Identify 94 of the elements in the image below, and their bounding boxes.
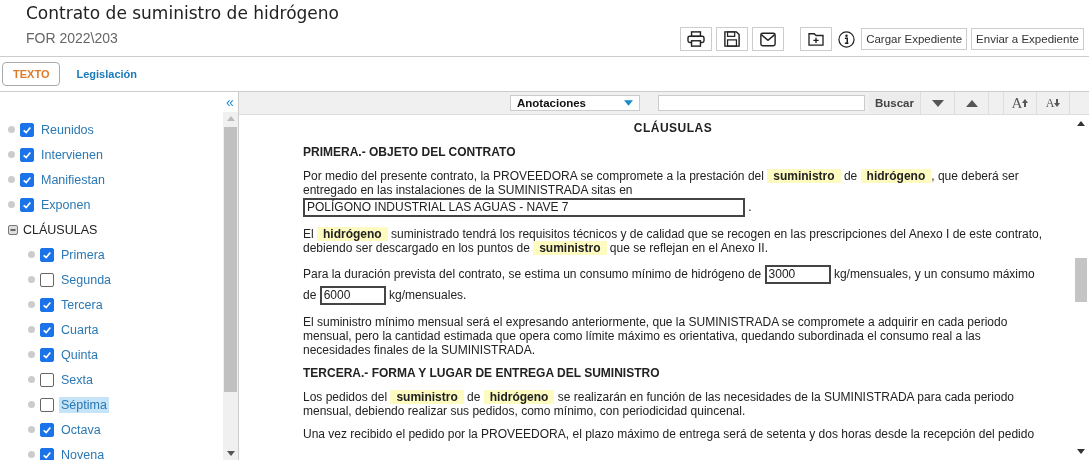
outline-item[interactable]: Octava bbox=[59, 421, 103, 438]
tab[interactable]: TEXTO bbox=[2, 62, 61, 86]
checkbox[interactable] bbox=[40, 372, 54, 387]
outline-item[interactable]: Segunda bbox=[59, 271, 114, 288]
outline-item[interactable]: Reunidos bbox=[39, 121, 96, 138]
scrollbar-track[interactable] bbox=[223, 112, 238, 460]
bullet-icon bbox=[28, 251, 35, 258]
down-arrow-icon bbox=[1054, 99, 1061, 107]
scrollbar-thumb[interactable] bbox=[224, 127, 237, 392]
clause-paragraph: Por medio del presente contrato, la PROVEEDORA se compromete a la prestación del suministro de hidrógeno , que deberá ser entregado en las instalaciones de la SUMINISTRADA sitas en POLÍGONO INDUSTRIAL LAS AGUAS - NAVE 7 . bbox=[303, 169, 1043, 218]
clause-paragraph: El hidrógeno suministrado tendrá los requisitos técnicos y de calidad que se recogen en las prescripciones del Anexo I de este contrato, debiendo ser descargado en los puntos de suministro que se reflejan en el Anexo II. bbox=[303, 227, 1043, 255]
bullet-icon bbox=[28, 426, 35, 433]
input-field[interactable]: 3000 bbox=[764, 265, 831, 284]
outline-item[interactable]: Séptima bbox=[59, 396, 109, 413]
checkbox[interactable] bbox=[40, 322, 54, 337]
collapse-icon[interactable] bbox=[8, 224, 18, 235]
down-triangle-icon bbox=[931, 99, 944, 107]
clause-heading: TERCERA.- FORMA Y LUGAR DE ENTREGA DEL SUMINISTRO bbox=[303, 366, 661, 380]
folder-plus-icon bbox=[808, 32, 825, 46]
outline-item[interactable]: Tercera bbox=[59, 296, 105, 313]
checkmark-icon bbox=[22, 199, 32, 210]
scroll-down-icon[interactable] bbox=[226, 451, 235, 456]
add-folder-button[interactable] bbox=[800, 27, 833, 51]
info-icon[interactable] bbox=[838, 30, 856, 48]
checkbox[interactable] bbox=[40, 247, 54, 262]
bullet-icon bbox=[8, 176, 15, 183]
checkmark-icon bbox=[42, 249, 52, 260]
checkbox[interactable] bbox=[20, 197, 34, 212]
clause-paragraph: El suministro mínimo mensual será el expresando anteriormente, que la SUMINISTRADA se compromete a adquirir en cada periodo mensual, pero la cantidad estimada que opera como límite máximo es orientativa, quedando subordinada el consumo real a las necesidades finales de la SUMINISTRADA. bbox=[303, 315, 1009, 357]
outline-group[interactable]: CLÁUSULAS bbox=[23, 222, 98, 237]
print-button[interactable] bbox=[680, 27, 713, 51]
checkmark-icon bbox=[22, 149, 32, 160]
checkbox[interactable] bbox=[40, 397, 54, 412]
clause-paragraph: Para la duración prevista del contrato, se estima un consumo mínimo de hidrógeno de 3000 kg/mensuales, y un consumo máximo de 6000 kg/mensuales. bbox=[303, 264, 1043, 306]
checkmark-icon bbox=[42, 299, 52, 310]
outline-item[interactable]: Manifiestan bbox=[39, 171, 107, 188]
font-decrease-button[interactable]: A bbox=[1037, 92, 1070, 114]
checkbox[interactable] bbox=[40, 447, 54, 460]
outline-item[interactable]: Novena bbox=[59, 446, 107, 460]
checkbox[interactable] bbox=[40, 272, 54, 287]
checkbox[interactable] bbox=[40, 297, 54, 312]
annotations-dropdown[interactable]: Anotaciones bbox=[510, 95, 640, 111]
scroll-up-icon[interactable] bbox=[1077, 121, 1085, 126]
font-increase-button[interactable]: A bbox=[1004, 92, 1037, 114]
checkmark-icon bbox=[22, 174, 32, 185]
envelope-icon bbox=[760, 31, 777, 47]
checkmark-icon bbox=[22, 124, 32, 135]
mail-button[interactable] bbox=[752, 27, 785, 51]
checkbox[interactable] bbox=[20, 122, 34, 137]
scroll-down-icon[interactable] bbox=[1077, 449, 1085, 454]
outline-item[interactable]: Intervienen bbox=[39, 146, 105, 163]
search-button[interactable]: Buscar bbox=[869, 93, 920, 113]
outline-item[interactable]: Cuarta bbox=[59, 321, 101, 338]
bullet-icon bbox=[28, 401, 35, 408]
bullet-icon bbox=[8, 126, 15, 133]
scrollbar-thumb[interactable] bbox=[1075, 258, 1087, 302]
bullet-icon bbox=[8, 151, 15, 158]
printer-icon bbox=[687, 31, 706, 47]
caret-icon bbox=[624, 100, 633, 106]
bullet-icon bbox=[8, 201, 15, 208]
checkmark-icon bbox=[42, 424, 52, 435]
up-arrow-icon bbox=[1022, 99, 1029, 107]
checkmark-icon bbox=[42, 449, 52, 460]
bullet-icon bbox=[28, 376, 35, 383]
checkbox[interactable] bbox=[40, 422, 54, 437]
bullet-icon bbox=[28, 276, 35, 283]
up-triangle-icon bbox=[965, 99, 978, 107]
checkmark-icon bbox=[42, 349, 52, 360]
input-field[interactable]: 6000 bbox=[319, 286, 386, 305]
outline-item[interactable]: Exponen bbox=[39, 196, 93, 213]
checkbox[interactable] bbox=[20, 172, 34, 187]
document-title: Contrato de suministro de hidrógeno bbox=[26, 3, 339, 23]
outline-item[interactable]: Sexta bbox=[59, 371, 95, 388]
clause-paragraph: Los pedidos del suministro de hidrógeno se realizarán en función de las necesidades de la SUMINISTRADA para cada periodo mensual, debiendo realizar sus pedidos, como mínimo, con periodicidad quincenal. bbox=[303, 390, 1016, 418]
clause-heading: PRIMERA.- OBJETO DEL CONTRATO bbox=[303, 145, 517, 159]
collapse-button[interactable]: « bbox=[222, 92, 238, 112]
checkbox[interactable] bbox=[40, 347, 54, 362]
section-title: CLÁUSULAS bbox=[632, 121, 714, 135]
bullet-icon bbox=[28, 301, 35, 308]
outline-item[interactable]: Quinta bbox=[59, 346, 100, 363]
bullet-icon bbox=[28, 451, 35, 458]
search-field[interactable] bbox=[658, 95, 865, 111]
tab[interactable]: Legislación bbox=[68, 62, 145, 86]
bullet-icon bbox=[28, 351, 35, 358]
document-code: FOR 2022\203 bbox=[26, 30, 119, 46]
outline-item[interactable]: Primera bbox=[59, 246, 107, 263]
save-button[interactable] bbox=[716, 27, 749, 51]
toolbar-button[interactable]: Enviar a Expediente bbox=[971, 28, 1084, 50]
checkbox[interactable] bbox=[20, 147, 34, 162]
input-field[interactable]: POLÍGONO INDUSTRIAL LAS AGUAS - NAVE 7 bbox=[303, 198, 745, 217]
clause-paragraph: Una vez recibido el pedido por la PROVEEDORA, el plazo máximo de entrega será de setenta y dos horas desde la recepción del pedido bbox=[303, 427, 1036, 441]
bullet-icon bbox=[28, 326, 35, 333]
checkmark-icon bbox=[42, 324, 52, 335]
toolbar-button[interactable]: Cargar Expediente bbox=[861, 28, 968, 50]
